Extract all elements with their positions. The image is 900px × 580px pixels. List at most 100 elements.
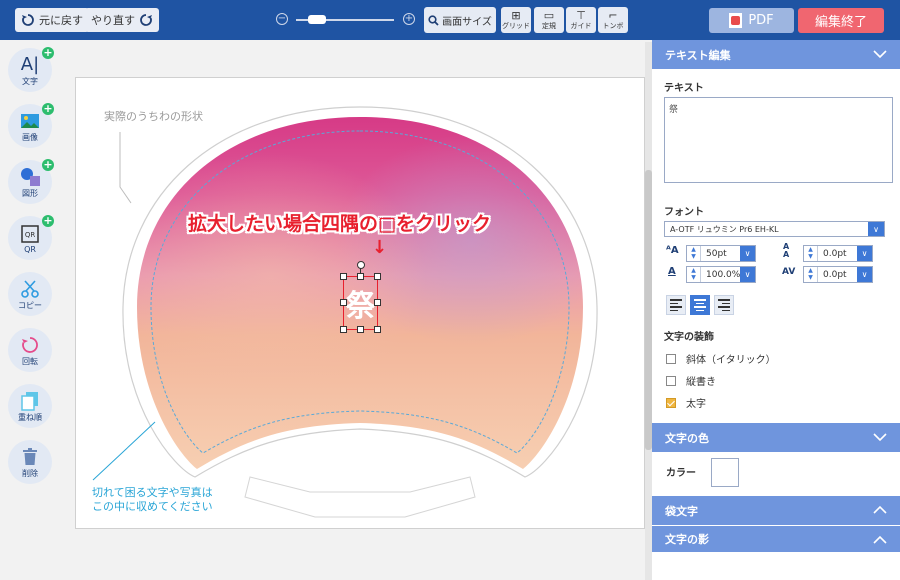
safe-area-note: 切れて困る文字や写真は この中に収めてください [92,486,213,514]
chevron-up-icon [873,535,887,544]
resize-handle-top[interactable] [357,273,364,280]
delete-tool-button[interactable]: 削除 [8,440,52,484]
text-color-section-header[interactable]: 文字の色 [652,423,900,452]
resize-handle-bottom[interactable] [357,326,364,333]
zoom-out-icon[interactable]: − [276,13,288,25]
font-size-icon: ᴬA [666,245,679,256]
safe-note-line-2: この中に収めてください [92,500,213,513]
grid-button[interactable]: ⊞ グリッド [501,7,531,33]
resize-handle-bottom-right[interactable] [374,326,381,333]
finish-edit-label: 編集終了 [814,15,867,30]
vertical-checkbox[interactable] [666,375,676,386]
font-label: フォント [664,207,704,218]
grid-label: グリッド [502,21,530,30]
italic-label: 斜体（イタリック） [686,355,776,366]
layer-order-tool-button[interactable]: 重ね順 [8,384,52,428]
bold-checkbox[interactable] [666,397,676,408]
vertical-option[interactable]: 縦書き [666,373,716,388]
stepper-arrows-icon[interactable]: ▲ ▼ [687,267,701,282]
outline-section-header[interactable]: 袋文字 [652,496,900,525]
rotate-handle[interactable] [357,261,365,269]
resize-handle-bottom-left[interactable] [340,326,347,333]
finish-edit-button[interactable]: 編集終了 [798,8,884,33]
copy-tool-button[interactable]: コピー [8,272,52,316]
trim-mark-button[interactable]: ⌐ トンボ [598,7,628,33]
guide-button[interactable]: ⊤ ガイド [566,7,596,33]
decoration-label: 文字の装飾 [664,332,714,343]
text-tool-button[interactable]: + A| 文字 [8,46,54,92]
text-edit-title: テキスト編集 [665,48,731,62]
fit-screen-label: 画面サイズ [442,16,492,28]
scissors-icon [21,278,39,300]
color-label: カラー [666,468,696,479]
bold-label: 太字 [686,399,706,410]
font-select-value: A-OTF リュウミン Pr6 EH-KL [670,225,779,234]
layer-order-icon [21,390,39,412]
zoom-slider-handle[interactable] [308,15,326,24]
text-input[interactable]: 祭 [664,97,893,183]
canvas-scrollbar-thumb[interactable] [645,170,652,450]
letter-spacing-icon: AV [782,267,796,277]
align-right-button[interactable] [714,295,734,315]
line-spacing-icon: AA [783,242,790,259]
font-select[interactable]: A-OTF リュウミン Pr6 EH-KL ∨ [664,221,885,237]
chevron-down-icon[interactable]: ∨ [740,267,755,282]
text-color-swatch[interactable] [711,458,739,487]
guide-icon: ⊤ [576,8,586,22]
scale-value: 100.0% [706,270,741,280]
fit-screen-button[interactable]: 画面サイズ [424,7,496,33]
chevron-up-icon [873,505,887,514]
safe-note-leader [92,421,156,481]
resize-handle-top-right[interactable] [374,273,381,280]
resize-handle-top-left[interactable] [340,273,347,280]
redo-button[interactable]: やり直す [85,8,159,32]
pdf-button[interactable]: PDF [709,8,794,33]
align-left-button[interactable] [666,295,686,315]
resize-handle-left[interactable] [340,299,347,306]
chevron-down-icon[interactable]: ∨ [857,246,872,261]
chevron-down-icon[interactable]: ∨ [740,246,755,261]
stepper-arrows-icon[interactable]: ▲ ▼ [804,267,818,282]
ruler-button[interactable]: ▭ 定規 [534,7,564,33]
tool-label-qr: QR [24,244,36,254]
hint-arrow: ↓ [372,237,388,258]
image-tool-button[interactable]: + 画像 [8,102,54,148]
rotate-icon [21,334,39,356]
tool-label-copy: コピー [18,300,42,310]
chevron-down-icon[interactable]: ∨ [857,267,872,282]
tool-label-rotate: 回転 [22,356,38,366]
trash-icon [22,446,38,468]
shadow-section-header[interactable]: 文字の影 [652,526,900,552]
bold-option[interactable]: 太字 [666,395,706,410]
scale-input[interactable]: ▲ ▼ 100.0% ∨ [686,266,756,283]
guide-label: ガイド [570,21,592,30]
line-spacing-input[interactable]: ▲ ▼ 0.0pt ∨ [803,245,873,262]
actual-shape-note: 実際のうちわの形状 [104,110,203,123]
add-icon: + [42,102,54,115]
chevron-down-icon: ∨ [868,222,884,236]
italic-checkbox[interactable] [666,353,676,364]
resize-handle-right[interactable] [374,299,381,306]
font-size-input[interactable]: ▲ ▼ 50pt ∨ [686,245,756,262]
undo-label: 元に戻す [39,14,83,27]
uchiwa-handle [244,476,476,518]
rotate-tool-button[interactable]: 回転 [8,328,52,372]
shape-tool-button[interactable]: + 図形 [8,159,54,204]
text-color-title: 文字の色 [665,431,709,445]
selection-box[interactable] [343,276,378,330]
redo-label: やり直す [91,14,135,27]
qr-tool-button[interactable]: + QR QR [8,215,54,260]
grid-icon: ⊞ [511,8,521,22]
undo-button[interactable]: 元に戻す [15,8,89,32]
letter-spacing-input[interactable]: ▲ ▼ 0.0pt ∨ [803,266,873,283]
zoom-in-icon[interactable]: + [403,13,415,25]
stepper-arrows-icon[interactable]: ▲ ▼ [804,246,818,261]
outline-title: 袋文字 [665,504,698,518]
add-icon: + [42,46,54,59]
align-center-button[interactable] [690,295,710,315]
svg-text:QR: QR [25,231,36,239]
text-edit-section-header[interactable]: テキスト編集 [652,40,900,69]
italic-option[interactable]: 斜体（イタリック） [666,351,776,366]
line-spacing-value: 0.0pt [823,249,847,259]
stepper-arrows-icon[interactable]: ▲ ▼ [687,246,701,261]
